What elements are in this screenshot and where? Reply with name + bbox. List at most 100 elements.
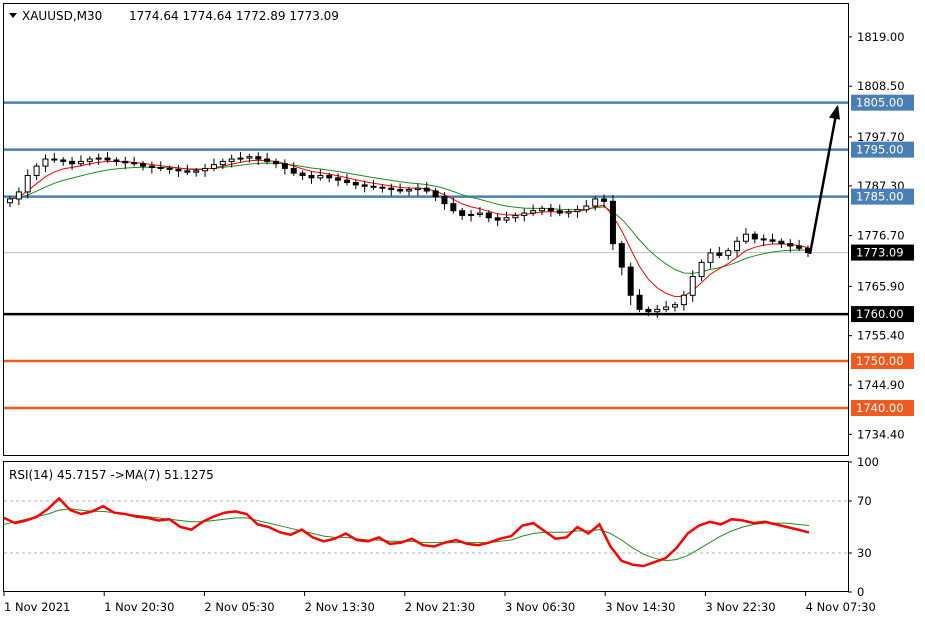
candle-body xyxy=(246,156,253,159)
time-tick-label: 3 Nov 22:30 xyxy=(705,600,775,614)
candle-body xyxy=(379,186,386,189)
candle-body xyxy=(574,209,581,213)
level-tag-label: 1785.00 xyxy=(856,190,904,204)
candle-body xyxy=(539,207,545,212)
time-tick-label: 2 Nov 13:30 xyxy=(305,600,375,614)
candle-body xyxy=(299,172,306,176)
candle-body xyxy=(202,167,209,172)
candle-body xyxy=(42,158,49,167)
candle-body xyxy=(388,187,395,191)
candle-body xyxy=(219,160,226,166)
candle-body xyxy=(725,250,732,256)
price-tick-label: 1755.40 xyxy=(857,329,905,343)
candle-body xyxy=(290,167,297,174)
candle-body xyxy=(592,198,599,207)
candle-body xyxy=(113,159,120,162)
rsi-tick-label: 100 xyxy=(857,455,879,469)
time-tick-label: 2 Nov 05:30 xyxy=(204,600,274,614)
candle-body xyxy=(193,170,200,173)
level-tags: 1805.00 1795.00 1785.00 1760.00 1750.00 1740.… xyxy=(851,94,914,417)
candle-body xyxy=(77,160,84,165)
symbol-label: XAUUSD,M30 xyxy=(22,9,102,23)
candle-body xyxy=(157,166,164,169)
candle-body xyxy=(281,163,288,169)
price-tick-label: 1765.90 xyxy=(857,279,905,293)
candle-body xyxy=(414,187,421,191)
candle-body xyxy=(672,304,678,308)
candle-body xyxy=(166,167,173,170)
dropdown-triangle-icon[interactable] xyxy=(9,13,17,18)
candle-body xyxy=(255,156,262,160)
candle-body xyxy=(264,158,271,162)
candle-body xyxy=(654,308,661,313)
candle-body xyxy=(122,160,129,164)
candle-body xyxy=(636,294,643,310)
candle-body xyxy=(370,185,377,188)
time-tick-label: 3 Nov 06:30 xyxy=(505,600,575,614)
chart-svg: 1819.001808.501797.701787.301776.701765.… xyxy=(3,3,914,614)
candle-body xyxy=(237,157,244,160)
candle-body xyxy=(397,189,404,192)
projection-arrow-group xyxy=(808,104,840,255)
price-tick-label: 1819.00 xyxy=(857,30,905,44)
rsi-tick-label: 30 xyxy=(857,546,872,560)
candle-body xyxy=(609,200,616,245)
candle-body xyxy=(148,165,155,168)
candle-body xyxy=(423,187,430,192)
candle-body xyxy=(556,210,563,214)
candle-body xyxy=(796,245,803,249)
candle-body xyxy=(512,214,519,219)
candle-body xyxy=(663,306,670,310)
candle-body xyxy=(33,165,40,176)
candle-body xyxy=(228,158,235,162)
candle-body xyxy=(60,159,67,162)
candle-body xyxy=(308,174,315,179)
candle-body xyxy=(69,160,76,165)
candle-body xyxy=(210,164,217,169)
rsi-title: RSI(14) 45.7157 ->MA(7) 51.1275 xyxy=(9,468,214,482)
candle-body xyxy=(769,239,776,242)
ma-slow-line xyxy=(9,162,809,274)
candle-body xyxy=(778,240,785,245)
price-tick-label: 1734.40 xyxy=(857,427,905,441)
level-tag-label: 1740.00 xyxy=(856,401,904,415)
projection-arrow-head xyxy=(829,104,840,120)
candle-body xyxy=(707,252,714,263)
candle-body xyxy=(760,238,767,241)
level-tag-label: 1795.00 xyxy=(856,143,904,157)
candle-body xyxy=(716,252,723,256)
ohlc-values: 1774.64 1774.64 1772.89 1773.09 xyxy=(129,9,339,23)
candle-body xyxy=(175,168,182,172)
candle-body xyxy=(15,191,22,200)
candle-body xyxy=(335,177,342,181)
candle-body xyxy=(680,294,687,306)
candles xyxy=(7,151,811,318)
current-price-tag-label: 1773.09 xyxy=(856,246,904,260)
rsi-line xyxy=(3,496,810,568)
candle-body xyxy=(627,266,634,296)
time-tick-label: 1 Nov 2021 xyxy=(4,600,70,614)
time-tick-label: 2 Nov 21:30 xyxy=(405,600,475,614)
candle-body xyxy=(742,233,749,242)
candle-body xyxy=(689,275,696,296)
price-tick-label: 1776.70 xyxy=(857,229,905,243)
candle-body xyxy=(7,198,13,204)
candle-body xyxy=(503,217,510,221)
time-tick-label: 3 Nov 14:30 xyxy=(605,600,675,614)
candle-body xyxy=(583,205,590,211)
candle-body xyxy=(432,190,439,198)
price-panel-frame xyxy=(3,3,849,456)
level-tag-label: 1805.00 xyxy=(856,96,904,110)
candle-body xyxy=(406,189,412,192)
candle-body xyxy=(734,240,741,252)
candle-body xyxy=(530,210,537,214)
moving-averages xyxy=(9,159,809,298)
candle-body xyxy=(86,158,93,162)
candle-body xyxy=(140,163,146,167)
candle-body xyxy=(459,210,466,216)
time-tick-label: 1 Nov 20:30 xyxy=(104,600,174,614)
candle-body xyxy=(450,203,457,212)
candle-body xyxy=(645,308,652,313)
candle-body xyxy=(476,212,483,215)
candle-body xyxy=(547,207,554,212)
